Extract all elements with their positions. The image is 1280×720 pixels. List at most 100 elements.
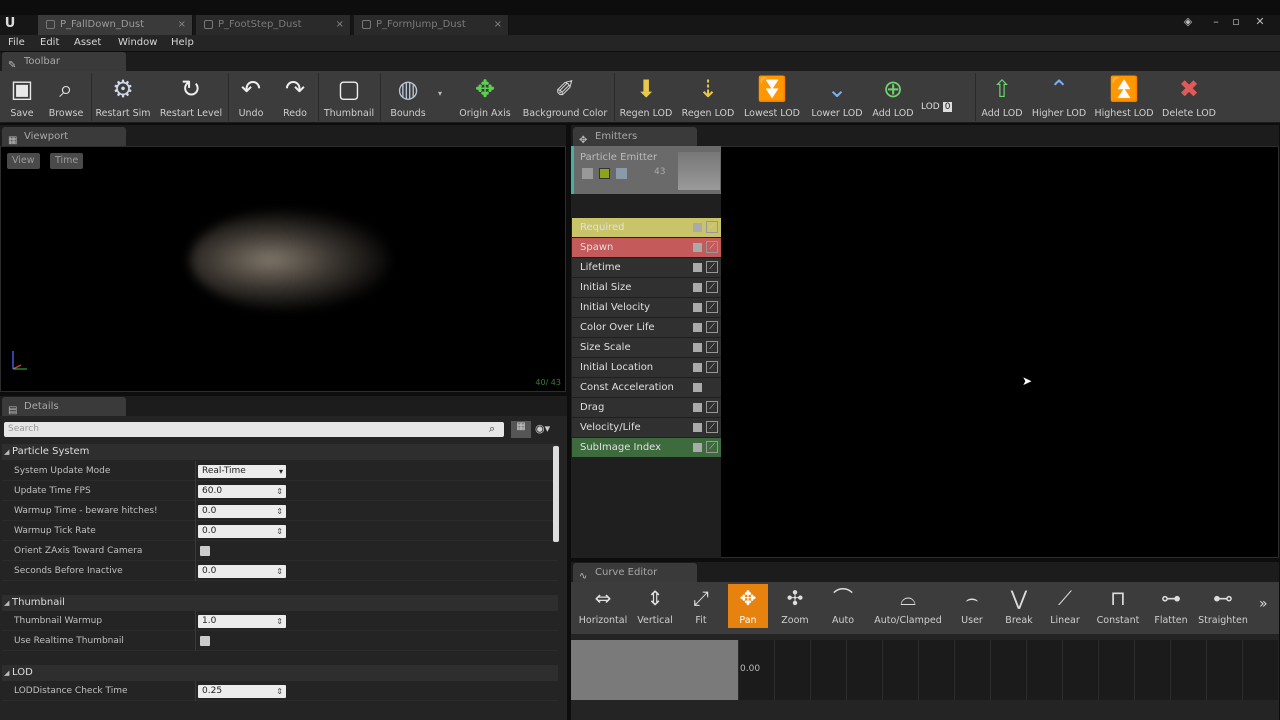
restart-sim-button[interactable]: ⚙ Restart Sim [95, 73, 151, 121]
module-3d-draw-checkbox[interactable] [693, 423, 702, 432]
document-tab-fall-down[interactable]: P_FallDown_Dust × [38, 15, 193, 35]
close-tab-icon[interactable]: × [494, 15, 502, 35]
warmup-tick-rate-field[interactable]: 0.0 [198, 525, 286, 538]
browse-button[interactable]: ⌕ Browse [44, 73, 88, 121]
menu-window[interactable]: Window [118, 35, 157, 51]
emitter-module[interactable]: Initial Velocity ⟋ [572, 298, 721, 317]
auto-clamped-button[interactable]: ⌓ Auto/Clamped [873, 584, 943, 628]
redo-button[interactable]: ↷ Redo [277, 73, 313, 121]
update-time-fps-field[interactable]: 60.0 [198, 485, 286, 498]
emitter-module[interactable]: Initial Location ⟋ [572, 358, 721, 377]
horizontal-button[interactable]: ⇔ Horizontal [577, 584, 629, 628]
more-tools-chevron-icon[interactable]: » [1259, 596, 1268, 612]
feedback-icon[interactable]: ◈ [1180, 15, 1196, 31]
higher-lod-button[interactable]: ⌃ Higher LOD [1030, 73, 1088, 121]
module-3d-draw-checkbox[interactable] [693, 323, 702, 332]
close-window-icon[interactable]: ✕ [1252, 15, 1268, 31]
document-tab-form-jump[interactable]: P_FormJump_Dust × [354, 15, 509, 35]
emitter-module[interactable]: Initial Size ⟋ [572, 278, 721, 297]
menu-edit[interactable]: Edit [40, 35, 59, 51]
zoom-button[interactable]: ✣ Zoom [775, 584, 815, 628]
module-curve-toggle-icon[interactable]: ⟋ [706, 401, 718, 413]
emitter-module[interactable]: Spawn ⟋ [572, 238, 721, 257]
orient-zaxis-checkbox[interactable] [200, 546, 210, 556]
curve-editor-tab[interactable]: ∿ Curve Editor [573, 563, 697, 582]
thumbnail-button[interactable]: ▢ Thumbnail [322, 73, 376, 121]
bounds-button[interactable]: ◍ Bounds [386, 73, 430, 121]
curve-graph-area[interactable] [738, 640, 1278, 700]
module-curve-toggle-icon[interactable]: ⟋ [706, 301, 718, 313]
fit-button[interactable]: ⤢ Fit [683, 584, 719, 628]
emitter-solo-icon[interactable] [616, 168, 627, 179]
module-3d-draw-checkbox[interactable] [693, 363, 702, 372]
system-update-mode-dropdown[interactable]: Real-Time [198, 465, 286, 478]
break-button[interactable]: ⋁ Break [1001, 584, 1037, 628]
close-tab-icon[interactable]: × [336, 15, 344, 35]
menu-file[interactable]: File [8, 35, 25, 51]
lod-value[interactable]: 0 [942, 102, 953, 112]
module-curve-toggle-icon[interactable]: ⟋ [706, 221, 718, 233]
module-3d-draw-checkbox[interactable] [693, 263, 702, 272]
menu-help[interactable]: Help [171, 35, 194, 51]
lowest-lod-button[interactable]: ⏬ Lowest LOD [742, 73, 802, 121]
module-curve-toggle-icon[interactable]: ⟋ [706, 341, 718, 353]
seconds-before-inactive-field[interactable]: 0.0 [198, 565, 286, 578]
details-scrollbar[interactable] [553, 446, 559, 542]
delete-lod-button[interactable]: ✖ Delete LOD [1160, 73, 1218, 121]
menu-asset[interactable]: Asset [74, 35, 101, 51]
bounds-dropdown-icon[interactable]: ▾ [438, 89, 442, 98]
emitter-module[interactable]: Drag ⟋ [572, 398, 721, 417]
emitter-module[interactable]: SubImage Index ⟋ [572, 438, 721, 457]
emitters-tab[interactable]: ✥ Emitters [573, 127, 697, 146]
module-curve-toggle-icon[interactable]: ⟋ [706, 261, 718, 273]
lower-lod-button[interactable]: ⌄ Lower LOD [808, 73, 866, 121]
module-3d-draw-checkbox[interactable] [693, 243, 702, 252]
emitter-module[interactable]: Const Acceleration [572, 378, 721, 397]
module-3d-draw-checkbox[interactable] [693, 403, 702, 412]
details-search-input[interactable]: Search [4, 422, 504, 437]
time-button[interactable]: Time [50, 153, 84, 169]
use-realtime-thumbnail-checkbox[interactable] [200, 636, 210, 646]
save-button[interactable]: ▣ Save [4, 73, 40, 121]
module-curve-toggle-icon[interactable]: ⟋ [706, 321, 718, 333]
user-button[interactable]: ⌢ User [957, 584, 987, 628]
minimize-icon[interactable]: – [1208, 15, 1224, 31]
curve-track-list[interactable] [571, 640, 738, 700]
emitter-module[interactable]: Required ⟋ [572, 218, 721, 237]
background-color-button[interactable]: ✐ Background Color [520, 73, 610, 121]
maximize-icon[interactable]: ▫ [1228, 15, 1244, 31]
module-3d-draw-checkbox[interactable] [693, 443, 702, 452]
viewport-tab[interactable]: ▦ Viewport [2, 127, 126, 146]
module-curve-toggle-icon[interactable]: ⟋ [706, 421, 718, 433]
module-3d-draw-checkbox[interactable] [693, 383, 702, 392]
module-curve-toggle-icon[interactable]: ⟋ [706, 241, 718, 253]
emitter-module[interactable]: Lifetime ⟋ [572, 258, 721, 277]
category-thumbnail[interactable]: Thumbnail [2, 595, 558, 611]
module-curve-toggle-icon[interactable]: ⟋ [706, 281, 718, 293]
regen-lod-button-2[interactable]: ⇣ Regen LOD [680, 73, 736, 121]
linear-button[interactable]: ⟋ Linear [1047, 584, 1083, 628]
property-matrix-icon[interactable]: ▦ [511, 421, 531, 438]
module-3d-draw-checkbox[interactable] [693, 283, 702, 292]
restart-level-button[interactable]: ↻ Restart Level [158, 73, 224, 121]
eye-view-options-icon[interactable]: ◉▾ [535, 422, 550, 435]
module-curve-toggle-icon[interactable]: ⟋ [706, 441, 718, 453]
emitter-header[interactable]: Particle Emitter 43 [571, 146, 721, 194]
module-3d-draw-checkbox[interactable] [693, 223, 702, 232]
emitter-module[interactable]: Velocity/Life ⟋ [572, 418, 721, 437]
pan-button[interactable]: ✥ Pan [728, 584, 768, 628]
module-3d-draw-checkbox[interactable] [693, 303, 702, 312]
thumbnail-warmup-field[interactable]: 1.0 [198, 615, 286, 628]
lod-selector[interactable]: LOD 0 [921, 102, 971, 116]
details-tab[interactable]: ▤ Details [2, 397, 126, 416]
category-lod[interactable]: LOD [2, 665, 558, 681]
add-lod-button-1[interactable]: ⊕ Add LOD [870, 73, 916, 121]
vertical-button[interactable]: ⇕ Vertical [635, 584, 675, 628]
origin-axis-button[interactable]: ✥ Origin Axis [455, 73, 515, 121]
module-curve-toggle-icon[interactable]: ⟋ [706, 361, 718, 373]
constant-button[interactable]: ⊓ Constant [1093, 584, 1143, 628]
emitter-module[interactable]: Size Scale ⟋ [572, 338, 721, 357]
emitter-render-mode-icon[interactable] [599, 168, 610, 179]
add-lod-button-2[interactable]: ⇧ Add LOD [979, 73, 1025, 121]
flatten-button[interactable]: ⊶ Flatten [1151, 584, 1191, 628]
